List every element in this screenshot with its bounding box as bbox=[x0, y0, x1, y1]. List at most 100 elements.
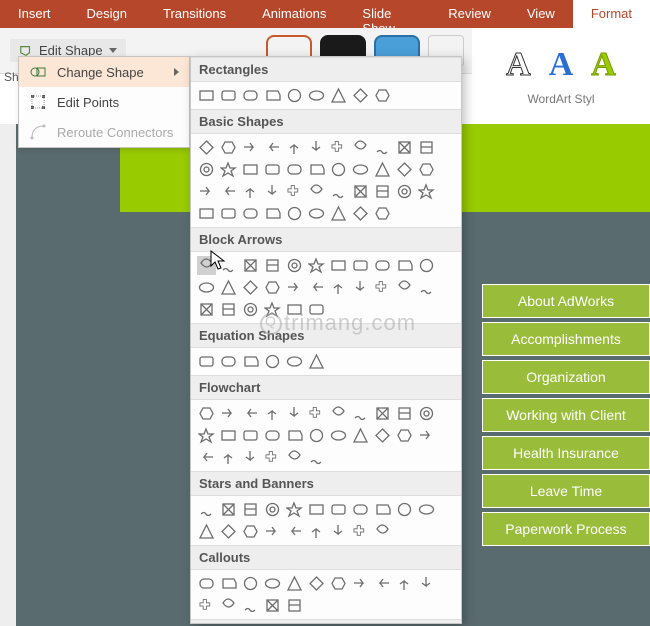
shape-option[interactable] bbox=[373, 182, 392, 201]
shape-option[interactable] bbox=[285, 86, 304, 105]
shape-option[interactable] bbox=[307, 522, 326, 541]
shape-option[interactable] bbox=[329, 500, 348, 519]
shape-option[interactable] bbox=[351, 574, 370, 593]
shape-option[interactable] bbox=[263, 404, 282, 423]
shape-option[interactable] bbox=[329, 256, 348, 275]
shape-option[interactable] bbox=[219, 448, 238, 467]
shape-option[interactable] bbox=[285, 278, 304, 297]
shape-option[interactable] bbox=[417, 278, 436, 297]
shape-option[interactable] bbox=[307, 86, 326, 105]
shape-option[interactable] bbox=[351, 256, 370, 275]
shape-option[interactable] bbox=[373, 256, 392, 275]
shape-option[interactable] bbox=[197, 300, 216, 319]
shape-option[interactable] bbox=[417, 160, 436, 179]
shape-option[interactable] bbox=[263, 182, 282, 201]
slide-btn-paperwork[interactable]: Paperwork Process bbox=[482, 512, 650, 546]
shape-option[interactable] bbox=[351, 404, 370, 423]
shape-option[interactable] bbox=[197, 522, 216, 541]
shape-option[interactable] bbox=[329, 204, 348, 223]
tab-view[interactable]: View bbox=[509, 0, 573, 28]
slide-thumbnails-strip[interactable] bbox=[0, 124, 16, 626]
shape-option[interactable] bbox=[263, 522, 282, 541]
shape-option[interactable] bbox=[263, 500, 282, 519]
shape-option[interactable] bbox=[241, 352, 260, 371]
shape-option[interactable] bbox=[263, 160, 282, 179]
shape-option[interactable] bbox=[219, 182, 238, 201]
tab-slideshow[interactable]: Slide Show bbox=[344, 0, 430, 28]
shape-option[interactable] bbox=[197, 256, 216, 275]
shape-option[interactable] bbox=[351, 522, 370, 541]
shape-option[interactable] bbox=[351, 182, 370, 201]
shape-option[interactable] bbox=[241, 448, 260, 467]
shape-option[interactable] bbox=[241, 426, 260, 445]
shape-option[interactable] bbox=[351, 204, 370, 223]
shape-option[interactable] bbox=[285, 204, 304, 223]
shape-option[interactable] bbox=[241, 138, 260, 157]
shape-option[interactable] bbox=[241, 596, 260, 615]
shape-option[interactable] bbox=[263, 256, 282, 275]
shape-option[interactable] bbox=[329, 86, 348, 105]
shape-option[interactable] bbox=[307, 300, 326, 319]
shape-option[interactable] bbox=[219, 278, 238, 297]
shape-option[interactable] bbox=[329, 182, 348, 201]
shape-option[interactable] bbox=[219, 86, 238, 105]
shape-option[interactable] bbox=[241, 182, 260, 201]
shape-option[interactable] bbox=[417, 500, 436, 519]
shape-option[interactable] bbox=[417, 574, 436, 593]
shape-option[interactable] bbox=[351, 278, 370, 297]
wordart-sample-3[interactable]: A bbox=[591, 46, 616, 84]
shape-option[interactable] bbox=[197, 204, 216, 223]
shape-option[interactable] bbox=[373, 426, 392, 445]
shape-option[interactable] bbox=[307, 500, 326, 519]
shape-option[interactable] bbox=[307, 426, 326, 445]
shape-option[interactable] bbox=[373, 160, 392, 179]
wordart-sample-2[interactable]: A bbox=[549, 46, 574, 84]
shape-option[interactable] bbox=[285, 404, 304, 423]
shape-option[interactable] bbox=[241, 500, 260, 519]
shape-option[interactable] bbox=[373, 278, 392, 297]
shape-option[interactable] bbox=[219, 522, 238, 541]
shape-option[interactable] bbox=[373, 522, 392, 541]
shape-option[interactable] bbox=[263, 86, 282, 105]
shape-option[interactable] bbox=[197, 596, 216, 615]
tab-format[interactable]: Format bbox=[573, 0, 650, 28]
shape-option[interactable] bbox=[373, 500, 392, 519]
shape-option[interactable] bbox=[263, 426, 282, 445]
shape-option[interactable] bbox=[219, 160, 238, 179]
shape-option[interactable] bbox=[373, 574, 392, 593]
shape-option[interactable] bbox=[417, 138, 436, 157]
shape-option[interactable] bbox=[329, 426, 348, 445]
shape-option[interactable] bbox=[307, 278, 326, 297]
shape-option[interactable] bbox=[329, 522, 348, 541]
shape-option[interactable] bbox=[307, 204, 326, 223]
shape-option[interactable] bbox=[307, 574, 326, 593]
shape-option[interactable] bbox=[285, 574, 304, 593]
shape-option[interactable] bbox=[241, 574, 260, 593]
shape-option[interactable] bbox=[351, 138, 370, 157]
tab-design[interactable]: Design bbox=[69, 0, 145, 28]
shape-option[interactable] bbox=[285, 522, 304, 541]
shape-option[interactable] bbox=[241, 404, 260, 423]
shape-option[interactable] bbox=[197, 404, 216, 423]
shape-option[interactable] bbox=[219, 426, 238, 445]
shape-option[interactable] bbox=[351, 160, 370, 179]
shape-option[interactable] bbox=[417, 182, 436, 201]
shape-option[interactable] bbox=[263, 352, 282, 371]
shape-option[interactable] bbox=[329, 404, 348, 423]
shape-option[interactable] bbox=[197, 574, 216, 593]
shape-option[interactable] bbox=[329, 138, 348, 157]
shape-option[interactable] bbox=[329, 278, 348, 297]
shape-option[interactable] bbox=[285, 596, 304, 615]
shape-option[interactable] bbox=[241, 86, 260, 105]
shape-option[interactable] bbox=[307, 160, 326, 179]
shape-option[interactable] bbox=[197, 352, 216, 371]
shape-option[interactable] bbox=[219, 256, 238, 275]
shape-option[interactable] bbox=[395, 256, 414, 275]
shape-option[interactable] bbox=[351, 426, 370, 445]
shape-option[interactable] bbox=[263, 138, 282, 157]
shape-option[interactable] bbox=[197, 138, 216, 157]
slide-btn-clients[interactable]: Working with Client bbox=[482, 398, 650, 432]
shape-option[interactable] bbox=[197, 160, 216, 179]
shape-option[interactable] bbox=[241, 256, 260, 275]
slide-btn-health[interactable]: Health Insurance bbox=[482, 436, 650, 470]
